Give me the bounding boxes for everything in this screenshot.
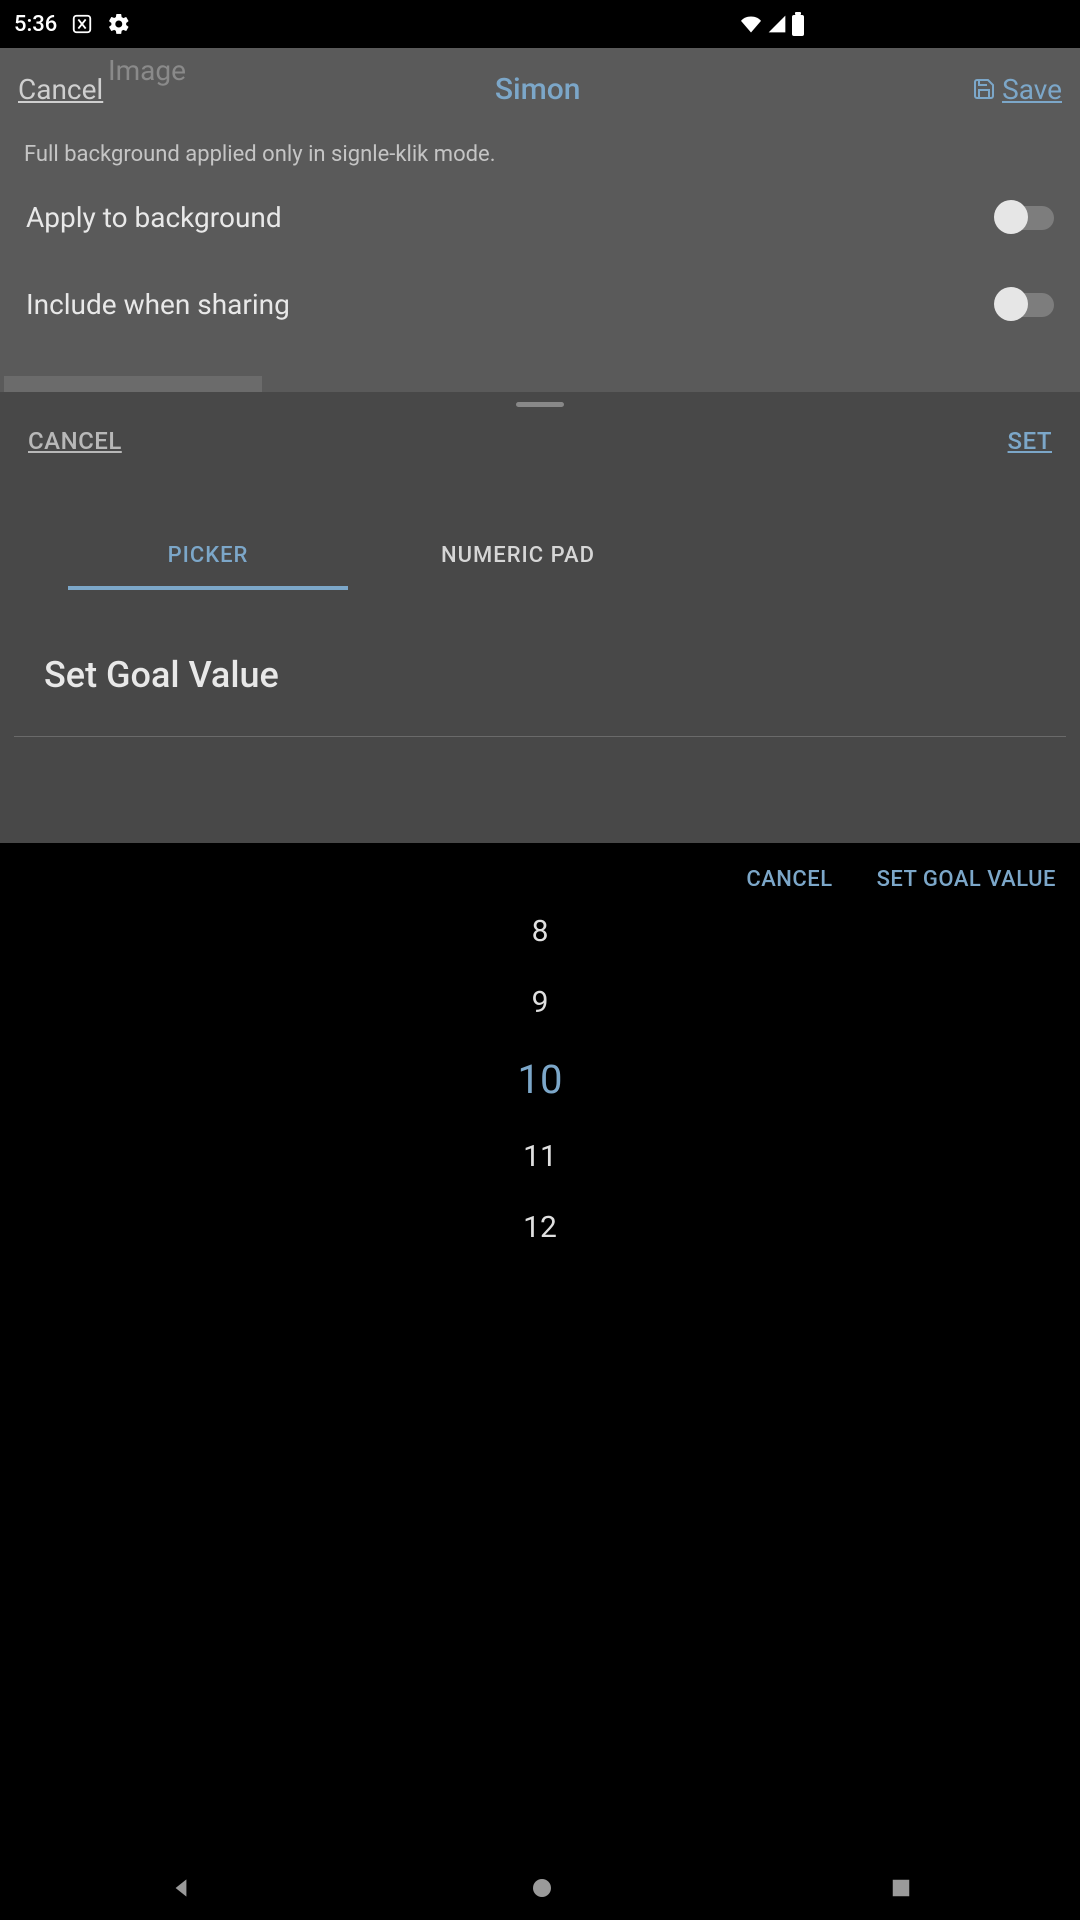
- apply-background-label: Apply to background: [26, 201, 282, 234]
- tab-numeric-pad[interactable]: NUMERIC PAD: [378, 525, 658, 590]
- system-nav-bar: [0, 1856, 1080, 1920]
- status-left: 5:36: [14, 12, 131, 37]
- tab-picker[interactable]: PICKER: [68, 525, 348, 590]
- input-mode-tabs: PICKER NUMERIC PAD: [0, 525, 1080, 590]
- app-icon: [71, 13, 93, 35]
- sheet-set-button[interactable]: SET: [1008, 427, 1052, 455]
- status-time: 5:36: [14, 12, 57, 37]
- include-sharing-toggle[interactable]: [996, 293, 1054, 317]
- signal-icon: [767, 14, 787, 34]
- ghost-image-label: Image: [108, 54, 186, 87]
- apply-background-toggle[interactable]: [996, 206, 1054, 230]
- wheel-item-selected[interactable]: 10: [518, 1056, 563, 1103]
- sheet-actions: CANCEL SET: [0, 407, 1080, 455]
- status-right: [739, 12, 805, 36]
- back-icon[interactable]: [168, 1875, 194, 1901]
- battery-icon: [791, 12, 805, 36]
- wifi-icon: [739, 14, 763, 34]
- goal-sheet: CANCEL SET PICKER NUMERIC PAD Set Goal V…: [0, 392, 1080, 843]
- divider: [14, 736, 1066, 737]
- page-title: Simon: [495, 72, 581, 107]
- wheel-item[interactable]: 9: [532, 985, 549, 1020]
- picker-actions: CANCEL SET GOAL VALUE: [0, 843, 1080, 892]
- picker-confirm-button[interactable]: SET GOAL VALUE: [877, 867, 1056, 892]
- recents-icon[interactable]: [890, 1877, 912, 1899]
- sheet-cancel-button[interactable]: CANCEL: [28, 427, 122, 455]
- save-label: Save: [1002, 73, 1062, 106]
- picker-cancel-button[interactable]: CANCEL: [746, 867, 832, 892]
- home-icon[interactable]: [530, 1876, 554, 1900]
- status-bar: 5:36: [0, 0, 819, 48]
- gear-icon: [107, 12, 131, 36]
- cancel-button[interactable]: Cancel: [18, 73, 103, 106]
- number-wheel[interactable]: 8 9 10 11 12: [0, 914, 1080, 1245]
- wheel-item[interactable]: 11: [523, 1139, 557, 1174]
- include-sharing-row: Include when sharing: [0, 288, 1080, 321]
- save-button[interactable]: Save: [972, 73, 1062, 106]
- goal-value-title: Set Goal Value: [44, 654, 1080, 696]
- include-sharing-label: Include when sharing: [26, 288, 290, 321]
- background-hint: Full background applied only in signle-k…: [0, 118, 1080, 167]
- apply-background-row: Apply to background: [0, 201, 1080, 234]
- picker-dialog: CANCEL SET GOAL VALUE 8 9 10 11 12: [0, 843, 1080, 1856]
- wheel-item[interactable]: 8: [532, 914, 549, 949]
- save-icon: [972, 77, 996, 101]
- wheel-item[interactable]: 12: [523, 1210, 557, 1245]
